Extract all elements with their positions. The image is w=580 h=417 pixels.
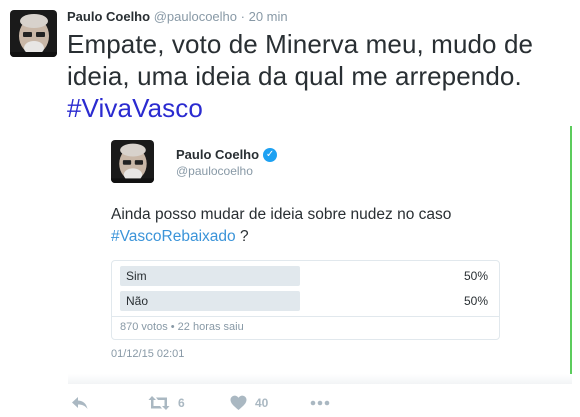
avatar[interactable]: [10, 10, 57, 57]
tweet-hashtag-link[interactable]: #VivaVasco: [67, 93, 203, 123]
embedded-tweet-text: Ainda posso mudar de ideia sobre nudez n…: [111, 204, 551, 248]
heart-icon: [230, 395, 247, 411]
embedded-hashtag: #VascoRebaixado: [111, 228, 236, 245]
embedded-avatar: [111, 140, 154, 183]
embedded-tweet-image[interactable]: Paulo Coelho ✓ @paulocoelho Ainda posso …: [68, 126, 572, 380]
embedded-author-name-text: Paulo Coelho: [176, 147, 260, 162]
embedded-date: 01/12/15 02:01: [111, 348, 185, 360]
tweet-timestamp[interactable]: 20 min: [249, 9, 288, 24]
poll-option: Não 50%: [120, 291, 488, 311]
author-name[interactable]: Paulo Coelho: [67, 9, 150, 24]
poll-divider: [112, 316, 499, 317]
poll: Sim 50% Não 50% 870 votos • 22 horas sai…: [111, 260, 500, 340]
poll-option: Sim 50%: [120, 266, 488, 286]
like-button[interactable]: 40: [230, 393, 268, 413]
tweet-text: Empate, voto de Minerva meu, mudo de ide…: [67, 28, 567, 124]
retweet-button[interactable]: 6: [148, 393, 185, 413]
like-count: 40: [255, 396, 269, 410]
poll-option-label: Não: [126, 294, 149, 308]
embedded-author-handle: @paulocoelho: [176, 164, 253, 178]
poll-meta: 870 votos • 22 horas saiu: [120, 321, 244, 333]
card-bottom-edge: [68, 374, 572, 384]
reply-icon: [71, 395, 89, 411]
tweet-body: Empate, voto de Minerva meu, mudo de ide…: [67, 29, 534, 91]
author-handle[interactable]: @paulocoelho: [154, 9, 237, 24]
embedded-tweet-body: Ainda posso mudar de ideia sobre nudez n…: [111, 206, 452, 223]
embedded-tweet-end: ?: [235, 228, 249, 245]
more-icon: [310, 400, 330, 406]
poll-option-label: Sim: [126, 269, 147, 283]
separator-dot: ·: [240, 9, 245, 24]
tweet-header: Paulo Coelho @paulocoelho · 20 min: [67, 9, 288, 25]
embedded-author-name: Paulo Coelho ✓: [176, 147, 278, 162]
retweet-icon: [148, 395, 170, 411]
poll-option-percent: 50%: [463, 294, 488, 308]
retweet-count: 6: [178, 396, 185, 410]
verified-badge-icon: ✓: [263, 147, 278, 162]
poll-bar: [120, 266, 300, 286]
poll-option-percent: 50%: [463, 269, 488, 283]
more-button[interactable]: [310, 393, 330, 413]
reply-button[interactable]: [71, 393, 89, 413]
